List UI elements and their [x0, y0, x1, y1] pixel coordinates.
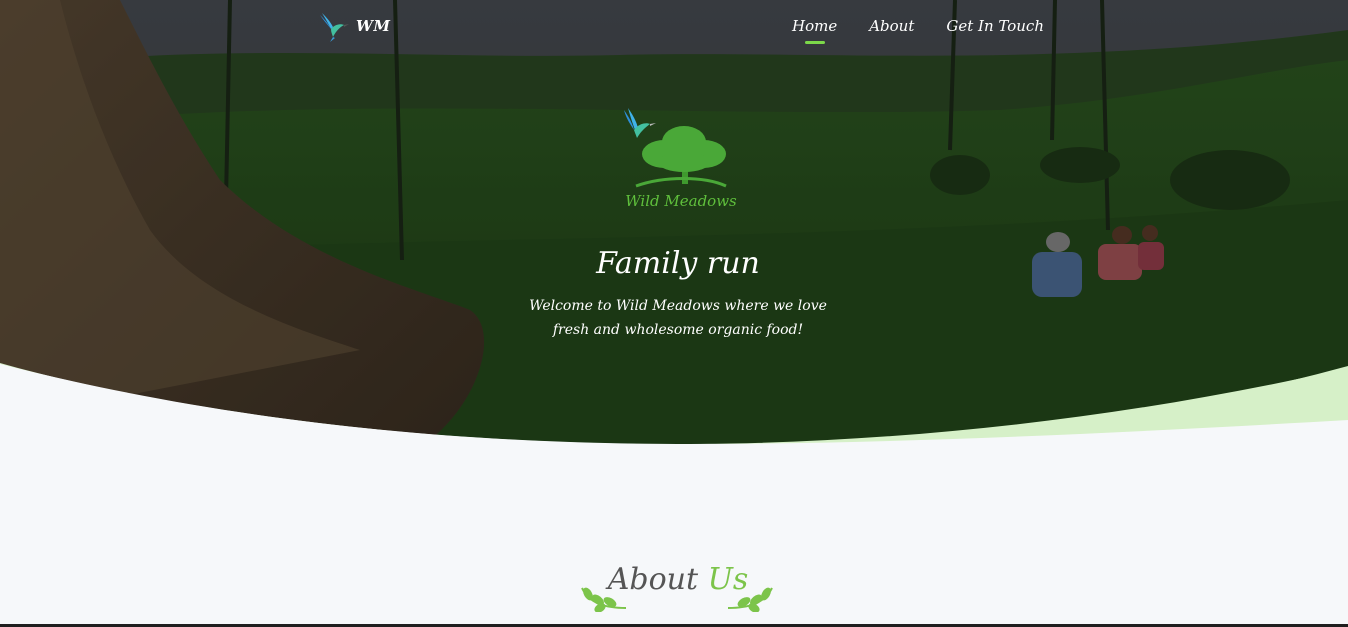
hummingbird-icon [624, 108, 656, 138]
hero-section: WM Home About Get In Touch Wild Meadows … [0, 0, 1348, 470]
hero-logo: Wild Meadows [614, 104, 748, 218]
about-heading-main: About [607, 562, 699, 597]
navbar: WM Home About Get In Touch [0, 0, 1348, 56]
nav-contact-link[interactable]: Get In Touch [946, 17, 1044, 35]
sprig-icon [727, 587, 773, 612]
nav-about-link[interactable]: About [869, 17, 914, 35]
logo-text: Wild Meadows [625, 192, 737, 210]
nav-home-link[interactable]: Home [792, 17, 837, 44]
brand-text: WM [356, 17, 391, 35]
brand-link[interactable]: WM [316, 8, 390, 44]
hero-tagline: Welcome to Wild Meadows where we love fr… [529, 298, 827, 338]
main-menu: Home About Get In Touch [792, 17, 1044, 44]
hero-headline: Family run [596, 246, 760, 281]
hero-background-image [0, 0, 1348, 470]
about-heading: About Us [0, 562, 1348, 597]
hummingbird-icon [320, 13, 349, 42]
